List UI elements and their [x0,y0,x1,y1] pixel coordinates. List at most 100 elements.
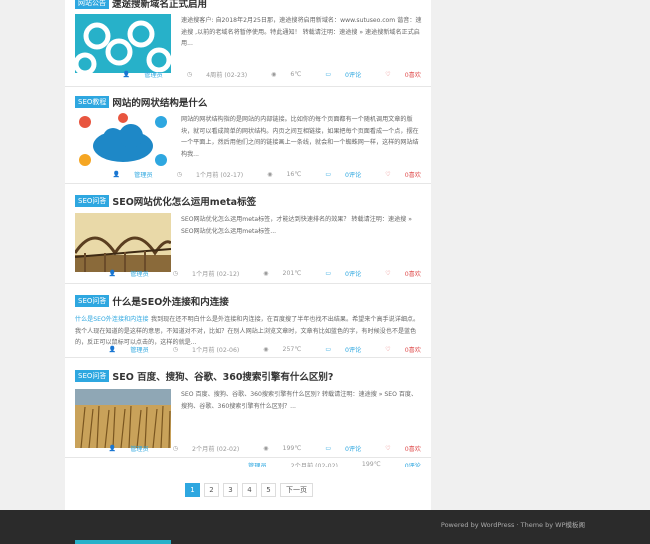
post-title[interactable]: 速途搜新域名正式启用 [112,0,207,10]
post-views: ◉ 201℃ [263,269,302,277]
page-4-button[interactable]: 4 [242,483,257,497]
post-excerpt: 网站的网状结构指的是网站的内部链接。比如你的每个页面都有一个随机调用文章的版块，… [181,116,419,158]
post-time: ◷ 1个月前 (02-12) [172,269,240,278]
category-tag[interactable]: 网站公告 [75,0,109,9]
post-views: ◉ 257℃ [263,345,302,353]
comments-link[interactable]: ▭ 0评论 [313,444,361,453]
post-thumbnail[interactable] [75,112,171,171]
post-item: SEO教程 网站的网状结构是什么 网站的网状结构指的是网站的内部链接。比如你的每… [65,88,431,184]
comments-link[interactable]: ▭ 0评论 [313,170,361,179]
post-item: SEO问答 什么是SEO外连接和内连接 什么是SEO外连接和内连接 我到现在还不… [65,285,431,358]
post-time: 2个月前 (02-02) [290,463,338,467]
post-time: ◷ 2个月前 (02-02) [172,444,240,453]
page-2-button[interactable]: 2 [204,483,219,497]
eye-icon: ◉ [263,269,269,277]
author-link[interactable]: 👤 管理员 [97,345,149,354]
post-time: ◷ 1个月前 (02-17) [176,170,244,179]
post-meta: 👤 管理员 ◷ 1个月前 (02-06) ◉ 257℃ ▭ 0评论 ♡ 0喜欢 [85,344,421,354]
author-link[interactable]: 👤 管理员 [97,444,149,453]
post-time: ◷ 1个月前 (02-06) [172,345,240,354]
comment-icon: ▭ [325,269,331,277]
post-excerpt: SEO 百度、搜狗、谷歌、360搜索引擎有什么区别? 转载请注明：速途搜 » S… [181,391,418,410]
user-icon: 👤 [108,269,117,277]
site-footer: Powered by WordPress · Theme by WP模板阁 [0,510,650,544]
comments-link[interactable]: ▭ 0评论 [313,345,361,354]
comment-icon: ▭ [325,70,331,78]
user-icon: 👤 [112,170,121,178]
user-icon: 👤 [108,444,117,452]
category-tag[interactable]: SEO问答 [75,195,110,207]
chain-link-image [75,14,171,73]
category-tag[interactable]: SEO教程 [75,96,110,108]
next-page-button[interactable]: 下一页 [280,483,313,497]
eye-icon: ◉ [267,170,273,178]
post-views: ◉ 16℃ [267,170,302,178]
category-tag[interactable]: SEO问答 [75,370,110,382]
post-views: ◉ 199℃ [263,444,302,452]
post-meta-clipped: 管理员 2个月前 (02-02) 199℃ 0评论 [224,461,421,467]
user-icon: 👤 [122,70,131,78]
category-tag[interactable]: SEO问答 [75,295,110,307]
post-title[interactable]: SEO 百度、搜狗、谷歌、360搜索引擎有什么区别? [112,369,333,383]
author-link[interactable]: 👤 管理员 [97,269,149,278]
like-button[interactable]: ♡ 0喜欢 [373,269,421,278]
author-link[interactable]: 👤 管理员 [101,170,153,179]
page-1-button[interactable]: 1 [185,483,200,497]
author-link[interactable]: 管理员 [236,461,267,467]
heart-icon: ♡ [385,269,391,277]
page-5-button[interactable]: 5 [261,483,276,497]
comments-link[interactable]: ▭ 0评论 [313,269,361,278]
clock-icon: ◷ [186,70,193,78]
post-meta: 👤 管理员 ◷ 4周前 (02-23) ◉ 6℃ ▭ 0评论 ♡ 0喜欢 [99,69,421,79]
post-title-row[interactable]: 网站公告 速途搜新域名正式启用 [75,0,207,10]
post-views: 199℃ [361,461,381,467]
post-title[interactable]: SEO网站优化怎么运用meta标签 [112,194,256,208]
post-excerpt: SEO网站优化怎么运用meta标签，才能达到快速排名的效果？ 转载请注明：速途搜… [181,216,412,235]
seo-cloud-image [75,112,171,171]
eye-icon: ◉ [271,70,277,78]
like-button[interactable]: ♡ 0喜欢 [373,70,421,79]
post-meta: 👤 管理员 ◷ 1个月前 (02-12) ◉ 201℃ ▭ 0评论 ♡ 0喜欢 [85,268,421,278]
post-title[interactable]: 什么是SEO外连接和内连接 [112,294,228,308]
wheat-field-image [75,389,171,448]
post-item: SEO问答 SEO网站优化怎么运用meta标签 SEO网站优化怎么运用meta标… [65,185,431,284]
post-thumbnail-sliver [75,540,171,544]
footer-credits[interactable]: Powered by WordPress · Theme by WP模板阁 [441,519,585,529]
post-thumbnail[interactable] [75,213,171,272]
post-title-row[interactable]: SEO教程 网站的网状结构是什么 [75,95,207,109]
post-title-row[interactable]: SEO问答 SEO网站优化怎么运用meta标签 [75,194,256,208]
comment-icon: ▭ [325,170,331,178]
author-link[interactable]: 👤 管理员 [111,70,163,79]
post-excerpt: 速途搜客户: 自2018年2月25日那，速途搜将启用新域名：www.sutuse… [181,17,422,47]
post-title-row[interactable]: SEO问答 什么是SEO外连接和内连接 [75,294,229,308]
eye-icon: ◉ [263,444,269,452]
clock-icon: ◷ [176,170,182,178]
heart-icon: ♡ [385,345,391,353]
like-button[interactable]: ♡ 0喜欢 [373,444,421,453]
post-list: 网站公告 速途搜新域名正式启用 速途搜客户: 自2018年2月25日那，速途搜将… [65,0,431,510]
post-thumbnail[interactable] [75,389,171,448]
post-meta: 👤 管理员 ◷ 1个月前 (02-17) ◉ 16℃ ▭ 0评论 ♡ 0喜欢 [89,169,421,179]
like-button[interactable]: ♡ 0喜欢 [373,345,421,354]
post-title-row[interactable]: SEO问答 SEO 百度、搜狗、谷歌、360搜索引擎有什么区别? [75,369,333,383]
post-time: ◷ 4周前 (02-23) [186,70,248,79]
comments-link[interactable]: ▭ 0评论 [313,70,361,79]
post-title[interactable]: 网站的网状结构是什么 [112,95,207,109]
like-button[interactable]: ♡ 0喜欢 [373,170,421,179]
post-thumbnail[interactable] [75,14,171,73]
clock-icon: ◷ [172,269,179,277]
eye-icon: ◉ [263,345,269,353]
post-meta: 👤 管理员 ◷ 2个月前 (02-02) ◉ 199℃ ▭ 0评论 ♡ 0喜欢 [85,443,421,453]
heart-icon: ♡ [385,444,391,452]
post-item: SEO问答 SEO 百度、搜狗、谷歌、360搜索引擎有什么区别? SEO 百度、… [65,359,431,458]
comments-link[interactable]: 0评论 [393,461,421,467]
comment-icon: ▭ [325,345,331,353]
clock-icon: ◷ [172,345,179,353]
user-icon: 👤 [108,345,117,353]
clock-icon: ◷ [172,444,179,452]
comment-icon: ▭ [325,444,331,452]
pagination: 1 2 3 4 5 下一页 [185,483,313,497]
page-3-button[interactable]: 3 [223,483,238,497]
heart-icon: ♡ [385,170,391,178]
arch-bridge-image [75,213,171,272]
